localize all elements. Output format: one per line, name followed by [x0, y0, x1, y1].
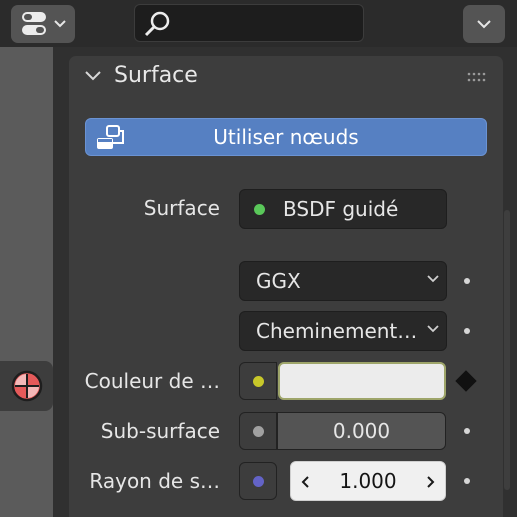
animate-property-dot[interactable] — [464, 428, 470, 434]
search-icon — [144, 11, 170, 37]
surface-panel-header[interactable]: Surface — [69, 56, 503, 100]
options-dropdown-button[interactable] — [463, 5, 505, 43]
surface-shader-selector[interactable]: BSDF guidé — [239, 189, 447, 229]
surface-label: Surface — [143, 196, 220, 220]
editor-type-button[interactable] — [11, 5, 75, 43]
subsurface-value-field[interactable]: 0.000 — [277, 412, 446, 450]
radius-value-field[interactable]: 1.000 — [290, 461, 446, 501]
properties-editor-icon — [22, 12, 46, 35]
color-socket-button[interactable] — [239, 362, 277, 400]
chevron-down-icon — [477, 20, 491, 29]
chevron-right-icon[interactable] — [425, 475, 435, 489]
chevron-down-icon — [85, 71, 101, 81]
float-socket-icon — [253, 426, 264, 437]
use-nodes-label: Utiliser nœuds — [213, 125, 359, 149]
subsurface-method-value: Cheminement… — [256, 319, 418, 343]
panel-title: Surface — [114, 63, 198, 88]
chevron-down-icon — [54, 20, 66, 28]
vector-socket-icon — [253, 476, 264, 487]
color-socket-icon — [253, 376, 264, 387]
properties-tab-column — [0, 47, 53, 517]
surface-value: BSDF guidé — [283, 197, 399, 221]
base-color-field[interactable] — [278, 362, 446, 400]
distribution-dropdown[interactable]: GGX — [239, 261, 447, 301]
chevron-down-icon — [427, 275, 439, 283]
animate-property-dot[interactable] — [464, 328, 470, 334]
editor-header — [0, 0, 517, 47]
shader-socket-icon — [254, 204, 265, 215]
subsurface-method-dropdown[interactable]: Cheminement… — [239, 311, 447, 351]
distribution-value: GGX — [256, 269, 301, 293]
scrollbar[interactable] — [504, 210, 510, 490]
radius-value: 1.000 — [339, 469, 397, 493]
chevron-down-icon — [427, 325, 439, 333]
tab-material[interactable] — [0, 361, 53, 411]
drag-handle-icon[interactable] — [467, 71, 489, 83]
search-input[interactable] — [134, 4, 364, 42]
base-color-label: Couleur de … — [84, 369, 220, 393]
keyframe-diamond-icon[interactable] — [454, 370, 478, 392]
material-icon — [11, 370, 42, 402]
subsurface-label: Sub-surface — [100, 419, 220, 443]
vector-socket-button[interactable] — [239, 462, 277, 500]
animate-property-dot[interactable] — [464, 478, 470, 484]
surface-panel-body — [69, 100, 503, 517]
use-nodes-button[interactable]: Utiliser nœuds — [85, 118, 487, 156]
float-socket-button[interactable] — [239, 412, 277, 450]
radius-label: Rayon de s… — [89, 469, 220, 493]
animate-property-dot[interactable] — [464, 278, 470, 284]
